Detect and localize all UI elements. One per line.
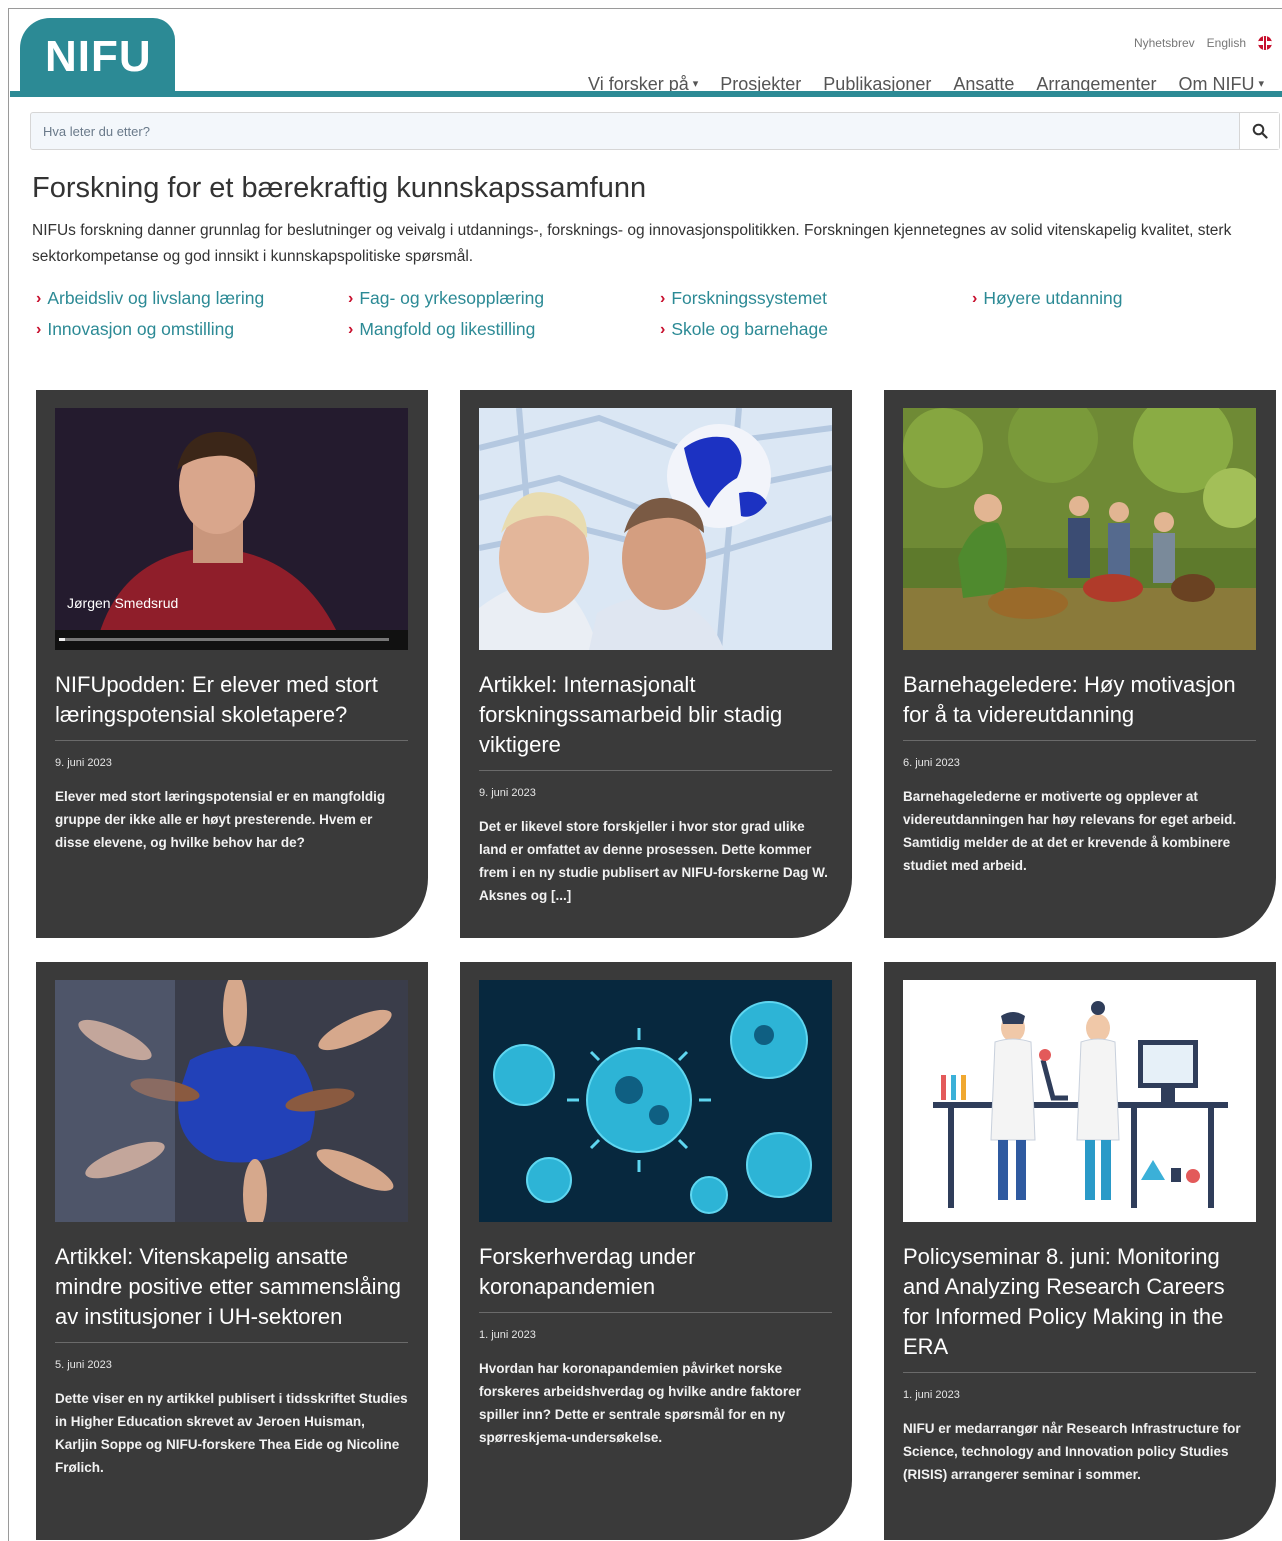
- card-image: [479, 408, 832, 650]
- caret-down-icon: ▾: [692, 78, 699, 90]
- uk-flag-icon[interactable]: [1258, 36, 1272, 50]
- newsletter-link[interactable]: Nyhetsbrev: [1134, 36, 1195, 50]
- topic-link[interactable]: › Mangfold og likestilling: [348, 319, 660, 340]
- news-card[interactable]: Artikkel: Internasjonalt forskningssamar…: [460, 390, 852, 938]
- chevron-right-icon: ›: [36, 320, 42, 338]
- card-title[interactable]: Artikkel: Vitenskapelig ansatte mindre p…: [55, 1242, 408, 1343]
- search-icon: [1252, 123, 1268, 139]
- search-button[interactable]: [1239, 113, 1279, 149]
- site-header: NIFU Nyhetsbrev English Vi forsker på ▾ P…: [10, 16, 1282, 96]
- topic-link[interactable]: › Arbeidsliv og livslang læring: [36, 288, 348, 309]
- card-image: [903, 408, 1256, 650]
- card-title[interactable]: NIFUpodden: Er elever med stort læringsp…: [55, 670, 408, 741]
- language-link[interactable]: English: [1207, 36, 1246, 50]
- news-card[interactable]: Jørgen Smedsrud NIFUpodden: Er elever me…: [36, 390, 428, 938]
- card-image: [903, 980, 1256, 1222]
- card-summary: Det er likevel store forskjeller i hvor …: [479, 819, 828, 903]
- card-summary: Barnehagelederne er motiverte og oppleve…: [903, 789, 1237, 873]
- card-title[interactable]: Barnehageledere: Høy motivasjon for å ta…: [903, 670, 1256, 741]
- card-title[interactable]: Policyseminar 8. juni: Monitoring and An…: [903, 1242, 1256, 1373]
- search-input[interactable]: [31, 113, 1239, 149]
- card-summary: Dette viser en ny artikkel publisert i t…: [55, 1391, 408, 1475]
- topic-link[interactable]: › Innovasjon og omstilling: [36, 319, 348, 340]
- card-date: 9. juni 2023: [479, 787, 536, 799]
- video-image: Jørgen Smedsrud: [55, 408, 408, 650]
- caret-down-icon: ▾: [1258, 78, 1264, 90]
- intro-text: NIFUs forskning danner grunnlag for besl…: [32, 222, 1232, 265]
- top-links: Nyhetsbrev English: [1134, 36, 1272, 50]
- card-date: 1. juni 2023: [903, 1389, 960, 1401]
- news-card[interactable]: Barnehageledere: Høy motivasjon for å ta…: [884, 390, 1276, 938]
- chevron-right-icon: ›: [348, 320, 354, 338]
- topic-links: › Arbeidsliv og livslang læring › Fag- og …: [36, 288, 1282, 340]
- chevron-right-icon: ›: [660, 320, 666, 338]
- header-divider: [10, 91, 1282, 97]
- card-date: 6. juni 2023: [903, 757, 960, 769]
- topic-link[interactable]: › Skole og barnehage: [660, 319, 972, 340]
- search-bar: [30, 112, 1280, 150]
- card-title[interactable]: Artikkel: Internasjonalt forskningssamar…: [479, 670, 832, 771]
- news-card[interactable]: Policyseminar 8. juni: Monitoring and An…: [884, 962, 1276, 1540]
- video-caption: Jørgen Smedsrud: [67, 595, 178, 611]
- nifu-logo[interactable]: NIFU: [20, 18, 175, 94]
- card-date: 9. juni 2023: [55, 757, 112, 769]
- topic-link[interactable]: › Høyere utdanning: [972, 288, 1272, 309]
- podcast-video-thumbnail[interactable]: Jørgen Smedsrud: [55, 408, 408, 650]
- card-summary: Elever med stort læringspotensial er en …: [55, 789, 386, 850]
- card-summary: Hvordan har koronapandemien påvirket nor…: [479, 1361, 801, 1445]
- chevron-right-icon: ›: [348, 289, 354, 307]
- news-card[interactable]: Forskerhverdag under koronapandemien 1. …: [460, 962, 852, 1540]
- chevron-right-icon: ›: [660, 289, 666, 307]
- topic-link[interactable]: › Fag- og yrkesopplæring: [348, 288, 660, 309]
- card-image: [479, 980, 832, 1222]
- card-date: 5. juni 2023: [55, 1359, 112, 1371]
- card-date: 1. juni 2023: [479, 1329, 536, 1341]
- chevron-right-icon: ›: [972, 289, 978, 307]
- topic-link[interactable]: › Forskningssystemet: [660, 288, 972, 309]
- page-title: Forskning for et bærekraftig kunnskapssa…: [32, 172, 647, 204]
- card-summary: NIFU er medarrangør når Research Infrast…: [903, 1421, 1241, 1482]
- card-title[interactable]: Forskerhverdag under koronapandemien: [479, 1242, 832, 1313]
- chevron-right-icon: ›: [36, 289, 42, 307]
- card-image: [55, 980, 408, 1222]
- news-card[interactable]: Artikkel: Vitenskapelig ansatte mindre p…: [36, 962, 428, 1540]
